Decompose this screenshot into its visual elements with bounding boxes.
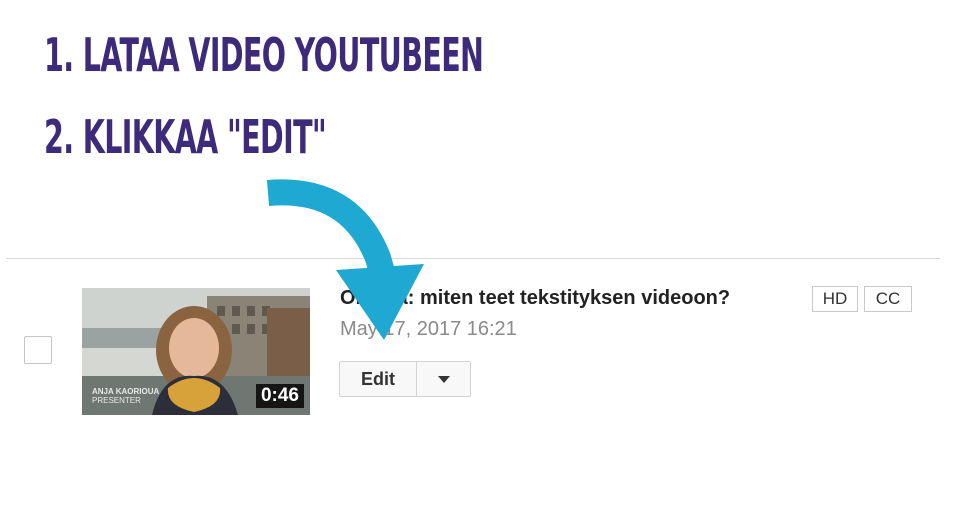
cc-badge: CC	[864, 286, 912, 312]
caret-down-icon	[437, 375, 450, 383]
video-title[interactable]: Ohjeita: miten teet tekstityksen videoon…	[340, 287, 730, 310]
thumbnail-caption: ANJA KAORIOUA PRESENTER	[92, 387, 160, 405]
edit-button[interactable]: Edit	[340, 362, 417, 396]
video-duration: 0:46	[255, 384, 304, 408]
instruction-step-2: 2. KLIKKAA "EDIT"	[44, 110, 327, 164]
video-select-checkbox[interactable]	[24, 336, 52, 364]
edit-button-group: Edit	[339, 361, 471, 397]
edit-dropdown-button[interactable]	[417, 362, 470, 396]
upload-date: May 17, 2017 16:21	[340, 318, 517, 340]
list-divider	[6, 258, 940, 259]
instruction-step-1: 1. LATAA VIDEO YOUTUBEEN	[44, 28, 484, 82]
video-thumbnail[interactable]: ANJA KAORIOUA PRESENTER 0:46	[82, 288, 310, 415]
hd-badge: HD	[812, 286, 858, 312]
